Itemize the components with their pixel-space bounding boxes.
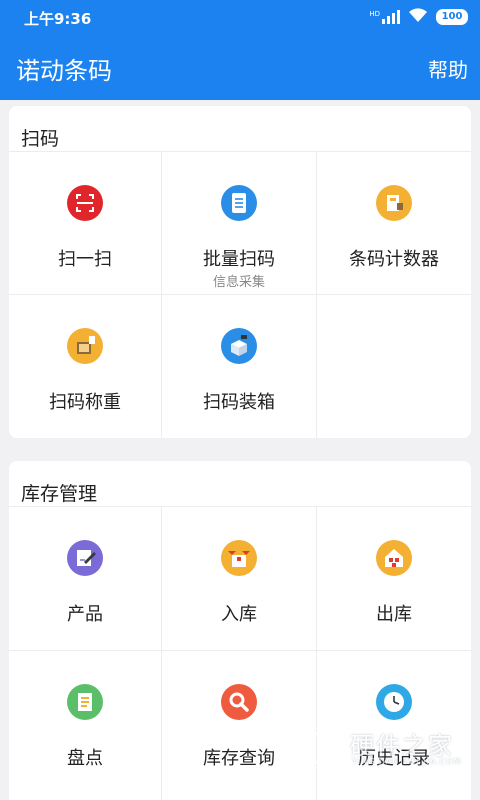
status-bar: 上午9:36 HD 100 — [0, 0, 480, 34]
scan-section: 扫码 扫一扫 批量扫码 信息采集 条码计数器 扫码称重 扫码装箱 — [9, 106, 471, 438]
section-title: 扫码 — [9, 106, 471, 152]
inventory-check-icon — [67, 684, 103, 720]
status-time: 上午9:36 — [24, 10, 92, 28]
scan-weigh-button[interactable]: 扫码称重 — [9, 295, 162, 438]
outbound-button[interactable]: 出库 — [317, 507, 471, 651]
help-button[interactable]: 帮助 — [428, 54, 468, 83]
barcode-counter-button[interactable]: 条码计数器 — [317, 152, 471, 295]
clock-icon — [376, 684, 412, 720]
watermark-logo: 硬件之家 YING JIAN ZHI JIA.COM — [306, 722, 466, 778]
counter-icon — [376, 185, 412, 221]
batch-scan-label: 批量扫码 — [203, 249, 275, 270]
network-type: HD — [369, 10, 380, 18]
boxing-icon — [221, 328, 257, 364]
outbound-label: 出库 — [376, 604, 412, 625]
inbound-label: 入库 — [221, 604, 257, 625]
stock-query-label: 库存查询 — [203, 748, 275, 769]
batch-scan-sublabel: 信息采集 — [212, 275, 265, 290]
inbound-box-icon — [221, 540, 257, 576]
app-bar: 诺动条码 帮助 — [0, 34, 480, 100]
app-title: 诺动条码 — [16, 57, 112, 85]
stocktake-label: 盘点 — [67, 748, 103, 769]
scan-icon — [67, 185, 103, 221]
scan-boxing-label: 扫码装箱 — [203, 392, 275, 413]
product-label: 产品 — [67, 604, 103, 625]
hexagon-logo-icon — [307, 726, 345, 770]
scan-label: 扫一扫 — [58, 249, 112, 270]
watermark-text: 硬件之家 — [350, 732, 454, 760]
search-icon — [221, 684, 257, 720]
stock-query-button[interactable]: 库存查询 — [162, 651, 317, 800]
barcode-counter-label: 条码计数器 — [349, 249, 439, 270]
scale-icon — [67, 328, 103, 364]
inbound-button[interactable]: 入库 — [162, 507, 317, 651]
scan-weigh-label: 扫码称重 — [49, 392, 121, 413]
stocktake-button[interactable]: 盘点 — [9, 651, 162, 800]
batch-scan-button[interactable]: 批量扫码 信息采集 — [162, 152, 317, 295]
outbound-warehouse-icon — [376, 540, 412, 576]
batch-list-icon — [221, 185, 257, 221]
product-edit-icon — [67, 540, 103, 576]
scan-button[interactable]: 扫一扫 — [9, 152, 162, 295]
battery-icon: 100 — [436, 9, 468, 25]
scan-boxing-button[interactable]: 扫码装箱 — [162, 295, 317, 438]
empty-cell — [317, 295, 471, 438]
status-icons: HD 100 — [369, 7, 468, 27]
product-button[interactable]: 产品 — [9, 507, 162, 651]
signal-icon: HD — [369, 10, 400, 24]
wifi-icon — [408, 7, 428, 27]
section-title: 库存管理 — [9, 461, 471, 507]
watermark-subtext: YING JIAN ZHI JIA.COM — [352, 757, 462, 766]
